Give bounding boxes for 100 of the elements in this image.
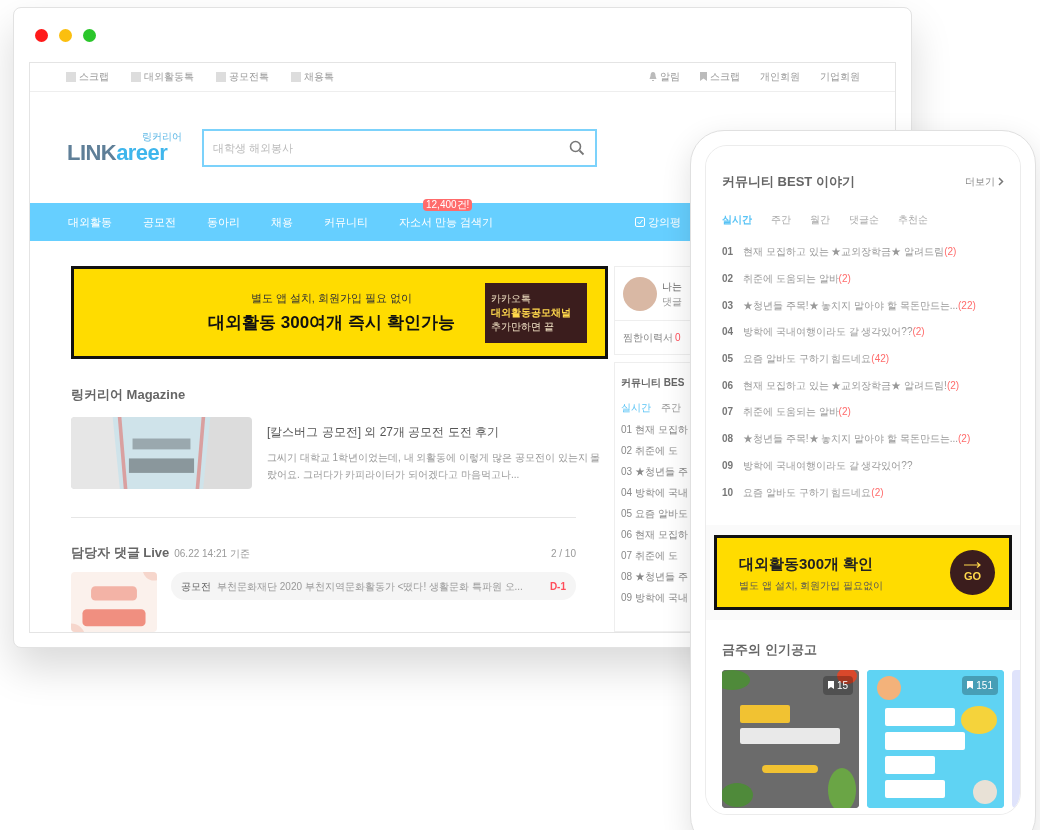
poster-card[interactable]: 151 [867,669,1004,808]
rank-number: 02 [722,272,735,287]
nav-link[interactable]: 공모전 [143,215,176,228]
rank-number: 04 [722,325,735,340]
post-link[interactable]: 07 취준에 도 [621,549,678,562]
checkbox-icon [635,217,645,228]
post-link[interactable]: ★청년들 주목!★ 놓치지 말아야 할 목돈만드는... [743,297,958,313]
nav-link[interactable]: 동아리 [207,215,240,228]
post-link[interactable]: 요즘 알바도 구하기 힘드네요 [743,351,872,367]
utility-link[interactable]: 개인회원 [760,69,800,85]
banner-title: 대외활동 300여개 즉시 확인가능 [208,311,455,334]
utility-link[interactable]: 알림 [649,69,680,85]
poster-card[interactable]: 15 [722,669,859,808]
bookmark-count: 15 [822,675,853,695]
comment-count: (22) [958,298,976,313]
close-icon[interactable] [35,29,48,42]
rank-number: 01 [722,245,735,260]
post-link[interactable]: 현재 모집하고 있는 ★교외장학금★ 알려드림! [743,377,947,393]
tab[interactable]: 월간 [810,211,830,227]
rank-number: 06 [722,378,735,393]
tab[interactable]: 실시간 [621,400,651,415]
tab[interactable]: 실시간 [722,211,752,227]
profile-name: 나는 [662,279,682,294]
profile-subtext: 댓글 [662,294,682,309]
go-button[interactable]: GO [950,550,995,596]
post-link[interactable]: 방학에 국내여행이라도 갈 생각있어?? [743,457,913,473]
post-link[interactable]: 취준에 도움되는 알바 [743,271,839,287]
comment-count: (2) [838,272,851,287]
rank-number: 08 [722,432,735,447]
panel-text: 추가만하면 끝 [491,319,554,334]
timestamp: 06.22 14:21 기준 [174,547,250,561]
utility-link[interactable]: 채용톡 [291,69,334,85]
rank-number: 03 [722,298,735,313]
bookmark-count: 151 [962,675,998,695]
page-counter: 2 / 10 [550,547,576,561]
comment-row[interactable]: 공모전 부천문화재단 2020 부천지역문화활동가 <떴다! 생활문화 특파원 오... D-1 [171,572,576,600]
deadline-label: D-1 [549,579,566,594]
card-heading: 커뮤니티 BES [621,376,685,390]
post-link[interactable]: 현재 모집하고 있는 ★교외장학금★ 알려드림 [743,244,945,260]
bookmark-icon [967,681,974,690]
logo[interactable]: 링커리어 LINKareer [67,131,202,164]
promo-banner[interactable]: 별도 앱 설치, 회원가입 필요 없이 대외활동 300여개 즉시 확인가능 카카오톡 대외활동공모채널 추가만하면 끝 [71,266,608,359]
nav-link[interactable]: 대외활동 [68,215,112,228]
post-link[interactable]: 요즘 알바도 구하기 힘드네요 [743,484,872,500]
section-heading: 커뮤니티 BEST 이야기 [722,173,855,191]
utility-link[interactable]: 스크랩 [700,69,740,85]
search-field[interactable]: 대학생 해외봉사 [202,128,597,167]
post-link[interactable]: 02 취준에 도 [621,444,678,457]
comment-count: (42) [871,352,890,367]
category-tag: 공모전 [181,578,211,594]
rank-number: 10 [722,485,735,500]
utility-link[interactable]: 대외활동톡 [131,69,194,85]
post-link[interactable]: 08 ★청년들 주 [621,570,688,583]
post-link[interactable]: 01 현재 모집하 [621,423,688,436]
bell-icon [649,72,657,82]
more-link[interactable]: 더보기 [965,174,1004,190]
maximize-icon[interactable] [83,29,96,42]
banner-title: 대외활동300개 확인 [739,553,875,574]
tab[interactable]: 댓글순 [849,211,879,227]
rank-number: 07 [722,405,735,420]
banner-subtitle: 별도 앱 설치, 회원가입 필요 없이 [250,291,412,306]
utility-link[interactable]: 기업회원 [820,69,860,85]
panel-text: 카카오톡 [491,291,531,306]
nav-link[interactable]: 커뮤니티 [324,215,368,228]
nav-link[interactable]: 채용 [271,215,293,228]
post-link[interactable]: ★청년들 주목!★ 놓치지 말아야 할 목돈만드는... [743,431,958,447]
post-link[interactable]: 04 방학에 국내 [621,486,688,499]
comment-count: (2) [944,245,957,260]
comment-text: 부천문화재단 2020 부천지역문화활동가 <떴다! 생활문화 특파원 오... [217,579,523,594]
comment-count: (2) [958,432,971,447]
rank-number: 09 [722,458,735,473]
post-link[interactable]: 취준에 도움되는 알바 [743,404,839,420]
nav-link[interactable]: 자소서 만능 검색기 [399,215,494,228]
utility-link[interactable]: 스크랩 [66,69,109,85]
bookmark-icon [827,681,834,690]
post-link[interactable]: 03 ★청년들 주 [621,465,688,478]
avatar [623,276,657,311]
nav-link[interactable]: 강의평 [635,213,681,231]
stat-value: 0 [675,331,681,345]
tab[interactable]: 주간 [771,211,791,227]
tab[interactable]: 추천순 [898,211,928,227]
article-summary: 그씨기 대학교 1학년이었는데, 내 외활동에 이렇게 많은 공모전이 있는지 몰랐어요. 그러다가 카피라이터가 되어겠다고 마음먹고나... [267,450,602,482]
post-link[interactable]: 05 요즘 알바도 [621,507,688,520]
post-link[interactable]: 09 방학에 국내 [621,591,688,604]
promo-banner[interactable]: 대외활동300개 확인 별도 앱 설치, 회원가입 필요없이 GO [714,535,1012,611]
search-icon[interactable] [569,139,585,156]
comment-count: (2) [946,378,960,393]
section-heading: 링커리어 Magazine [71,386,187,404]
utility-link[interactable]: 공모전톡 [216,69,269,85]
comment-count: (2) [912,325,925,340]
post-link[interactable]: 06 현재 모집하 [621,528,688,541]
comment-count: (2) [871,485,884,500]
panel-text: 대외활동공모채널 [491,305,571,320]
tab[interactable]: 주간 [661,400,681,415]
chevron-right-icon [998,177,1004,187]
minimize-icon[interactable] [59,29,72,42]
rank-number: 05 [722,352,735,367]
article-title[interactable]: [칼스버그 공모전] 외 27개 공모전 도전 후기 [267,422,607,441]
bookmark-icon [700,72,707,82]
post-link[interactable]: 방학에 국내여행이라도 갈 생각있어?? [743,324,913,340]
